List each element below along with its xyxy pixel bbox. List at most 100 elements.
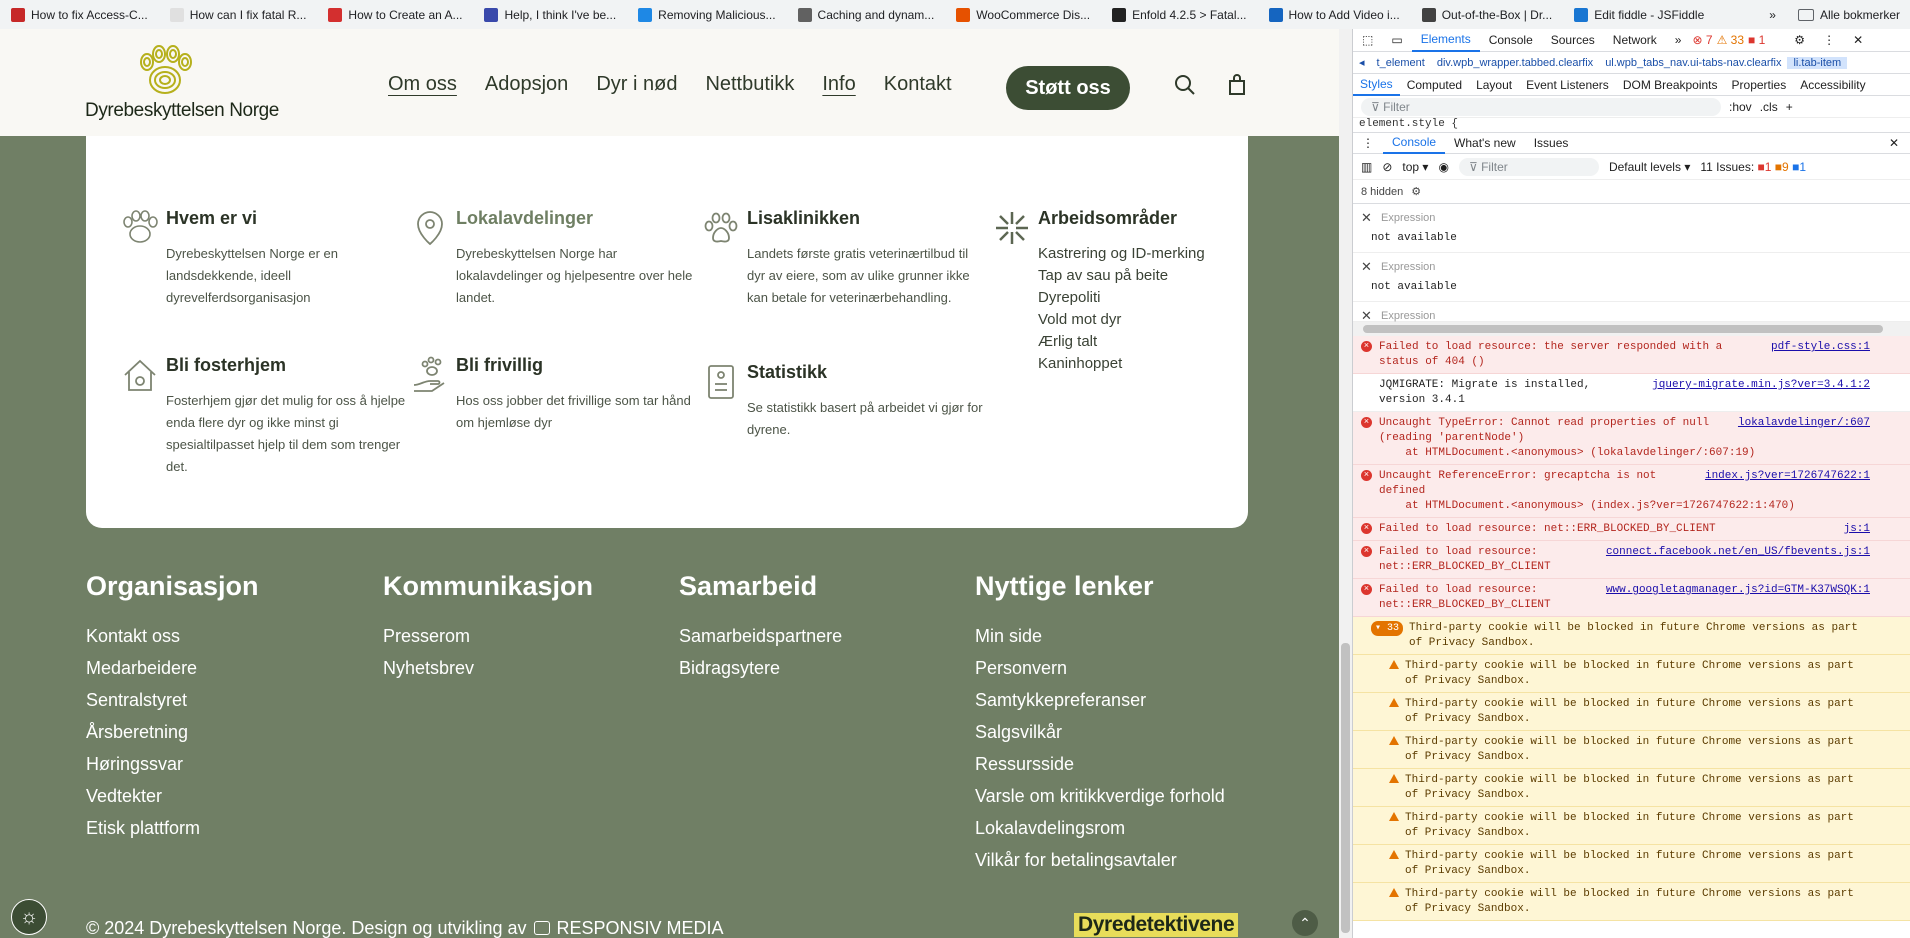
tab-sources[interactable]: Sources bbox=[1542, 33, 1604, 47]
inspect-icon[interactable]: ⬚ bbox=[1353, 33, 1382, 47]
breadcrumb-item-current[interactable]: li.tab-item bbox=[1787, 56, 1848, 69]
close-drawer-icon[interactable]: ✕ bbox=[1880, 136, 1908, 150]
source-link[interactable]: www.googletagmanager.js?id=GTM-K37WSQK:1 bbox=[1606, 583, 1870, 598]
drawer-tab-issues[interactable]: Issues bbox=[1525, 136, 1578, 150]
menu-item-lisaklinikken[interactable]: Lisaklinikken Landets første gratis vete… bbox=[704, 208, 987, 309]
scrollbar-thumb[interactable] bbox=[1341, 643, 1350, 933]
bookmark-item[interactable]: How to fix Access-C... bbox=[0, 0, 159, 29]
live-expression-icon[interactable]: ◉ bbox=[1438, 160, 1448, 174]
remove-expression-icon[interactable]: ✕ bbox=[1361, 259, 1372, 275]
page-scrollbar[interactable] bbox=[1339, 29, 1352, 938]
footer-link[interactable]: Ressursside bbox=[975, 748, 1225, 780]
subtab-dom-breakpoints[interactable]: DOM Breakpoints bbox=[1616, 78, 1725, 92]
menu-item-hvem-er-vi[interactable]: Hvem er vi Dyrebeskyttelsen Norge er en … bbox=[123, 208, 406, 309]
expand-arrow-icon[interactable]: ▾ bbox=[1375, 623, 1387, 634]
nav-kontakt[interactable]: Kontakt bbox=[884, 73, 952, 96]
source-link[interactable]: lokalavdelinger/:607 bbox=[1738, 416, 1870, 431]
footer-link[interactable]: Medarbeidere bbox=[86, 652, 259, 684]
drawer-menu-icon[interactable]: ⋮ bbox=[1353, 136, 1383, 150]
clear-console-icon[interactable]: ⊘ bbox=[1382, 160, 1392, 174]
menu-item-bli-frivillig[interactable]: Bli frivillig Hos oss jobber det frivill… bbox=[413, 355, 696, 434]
bookmark-item[interactable]: Removing Malicious... bbox=[627, 0, 786, 29]
bookmark-item[interactable]: How can I fix fatal R... bbox=[159, 0, 318, 29]
scrollbar-thumb[interactable] bbox=[1363, 325, 1883, 333]
remove-expression-icon[interactable]: ✕ bbox=[1361, 210, 1372, 226]
footer-link[interactable]: Vedtekter bbox=[86, 780, 259, 812]
console-message[interactable]: × Failed to load resource: net::ERR_BLOCK… bbox=[1353, 579, 1910, 617]
link-tap-av-sau[interactable]: Tap av sau på beite bbox=[1038, 265, 1278, 287]
footer-link[interactable]: Samarbeidspartnere bbox=[679, 620, 842, 652]
source-link[interactable]: connect.facebook.net/en_US/fbevents.js:1 bbox=[1606, 545, 1870, 560]
tab-network[interactable]: Network bbox=[1604, 33, 1666, 47]
tab-elements[interactable]: Elements bbox=[1411, 29, 1480, 52]
kebab-menu-icon[interactable]: ⋮ bbox=[1814, 33, 1844, 47]
horizontal-scrollbar[interactable] bbox=[1353, 322, 1910, 336]
bookmark-item[interactable]: How to Add Video i... bbox=[1258, 0, 1411, 29]
console-message[interactable]: × Uncaught TypeError: Cannot read propert… bbox=[1353, 412, 1910, 465]
bookmark-item[interactable]: Caching and dynam... bbox=[787, 0, 946, 29]
sidebar-toggle-icon[interactable]: ▥ bbox=[1361, 160, 1372, 174]
support-button[interactable]: Støtt oss bbox=[1006, 66, 1130, 110]
footer-link[interactable]: Kontakt oss bbox=[86, 620, 259, 652]
live-expression[interactable]: ✕ Expression bbox=[1353, 302, 1910, 323]
hov-toggle[interactable]: :hov bbox=[1729, 100, 1752, 114]
live-expression[interactable]: ✕ Expression not available bbox=[1353, 204, 1910, 253]
live-expression[interactable]: ✕ Expression not available bbox=[1353, 253, 1910, 302]
source-link[interactable]: index.js?ver=1726747622:1 bbox=[1705, 469, 1870, 484]
footer-link[interactable]: Varsle om kritikkverdige forhold bbox=[975, 780, 1225, 812]
more-bookmarks-icon[interactable]: » bbox=[1769, 8, 1776, 22]
footer-link[interactable]: Sentralstyret bbox=[86, 684, 259, 716]
subtab-accessibility[interactable]: Accessibility bbox=[1793, 78, 1872, 92]
breadcrumb-item[interactable]: ul.wpb_tabs_nav.ui-tabs-nav.clearfix bbox=[1599, 57, 1787, 69]
drawer-tab-console[interactable]: Console bbox=[1383, 132, 1446, 154]
device-toggle-icon[interactable]: ▭ bbox=[1382, 33, 1411, 47]
issues-counter[interactable]: 11 Issues: ■1 ■9 ■1 bbox=[1700, 160, 1806, 174]
source-link[interactable]: jquery-migrate.min.js?ver=3.4.1:2 bbox=[1652, 378, 1870, 393]
menu-item-lokalavdelinger[interactable]: Lokalavdelinger Dyrebeskyttelsen Norge h… bbox=[417, 208, 696, 309]
footer-link[interactable]: Lokalavdelingsrom bbox=[975, 812, 1225, 844]
footer-link[interactable]: Etisk plattform bbox=[86, 812, 259, 844]
footer-link[interactable]: Presserom bbox=[383, 620, 593, 652]
console-message[interactable]: × Failed to load resource: net::ERR_BLOCK… bbox=[1353, 518, 1910, 541]
warning-message[interactable]: Third-party cookie will be blocked in fu… bbox=[1353, 807, 1910, 845]
footer-link[interactable]: Personvern bbox=[975, 652, 1225, 684]
console-message[interactable]: × Uncaught ReferenceError: grecaptcha is … bbox=[1353, 465, 1910, 518]
link-kastrering[interactable]: Kastrering og ID-merking bbox=[1038, 243, 1278, 265]
cls-toggle[interactable]: .cls bbox=[1760, 100, 1778, 114]
subtab-event-listeners[interactable]: Event Listeners bbox=[1519, 78, 1616, 92]
link-vold-mot-dyr[interactable]: Vold mot dyr bbox=[1038, 309, 1278, 331]
nav-nettbutikk[interactable]: Nettbutikk bbox=[705, 73, 794, 96]
menu-item-statistikk[interactable]: Statistikk Se statistikk basert på arbei… bbox=[708, 362, 987, 441]
footer-link[interactable]: Årsberetning bbox=[86, 716, 259, 748]
breadcrumb-item[interactable]: t_element bbox=[1371, 57, 1431, 69]
console-message[interactable]: × Failed to load resource: net::ERR_BLOCK… bbox=[1353, 541, 1910, 579]
warning-message[interactable]: Third-party cookie will be blocked in fu… bbox=[1353, 769, 1910, 807]
console-message[interactable]: × Failed to load resource: the server res… bbox=[1353, 336, 1910, 374]
bookmark-item[interactable]: WooCommerce Dis... bbox=[945, 0, 1101, 29]
warning-message[interactable]: Third-party cookie will be blocked in fu… bbox=[1353, 731, 1910, 769]
footer-link[interactable]: Salgsvilkår bbox=[975, 716, 1225, 748]
subtab-styles[interactable]: Styles bbox=[1353, 74, 1400, 96]
console-settings-icon[interactable]: ⚙ bbox=[1411, 185, 1421, 198]
cookie-settings-icon[interactable]: ☼ bbox=[11, 899, 47, 935]
breadcrumb-item[interactable]: div.wpb_wrapper.tabbed.clearfix bbox=[1431, 57, 1599, 69]
context-select[interactable]: top ▾ bbox=[1402, 160, 1428, 174]
warning-message[interactable]: Third-party cookie will be blocked in fu… bbox=[1353, 693, 1910, 731]
nav-om-oss[interactable]: Om oss bbox=[388, 73, 457, 96]
subtab-layout[interactable]: Layout bbox=[1469, 78, 1519, 92]
footer-link[interactable]: Bidragsytere bbox=[679, 652, 842, 684]
breadcrumb-back-icon[interactable]: ◂ bbox=[1353, 56, 1371, 69]
footer-link[interactable]: Vilkår for betalingsavtaler bbox=[975, 844, 1225, 876]
bookmark-item[interactable]: How to Create an A... bbox=[317, 0, 473, 29]
settings-icon[interactable]: ⚙ bbox=[1785, 33, 1814, 47]
source-link[interactable]: pdf-style.css:1 bbox=[1771, 340, 1870, 355]
bookmark-item[interactable]: Help, I think I've be... bbox=[473, 0, 627, 29]
source-link[interactable]: js:1 bbox=[1844, 522, 1870, 537]
footer-link[interactable]: Min side bbox=[975, 620, 1225, 652]
error-count-badge[interactable]: ⊗ 7 bbox=[1690, 33, 1714, 47]
console-filter-input[interactable]: ⊽ Filter bbox=[1458, 157, 1599, 176]
nav-dyr-i-nod[interactable]: Dyr i nød bbox=[596, 73, 677, 96]
bookmark-item[interactable]: Enfold 4.2.5 > Fatal... bbox=[1101, 0, 1257, 29]
nav-info[interactable]: Info bbox=[822, 73, 855, 96]
link-dyrepoliti[interactable]: Dyrepoliti bbox=[1038, 287, 1278, 309]
